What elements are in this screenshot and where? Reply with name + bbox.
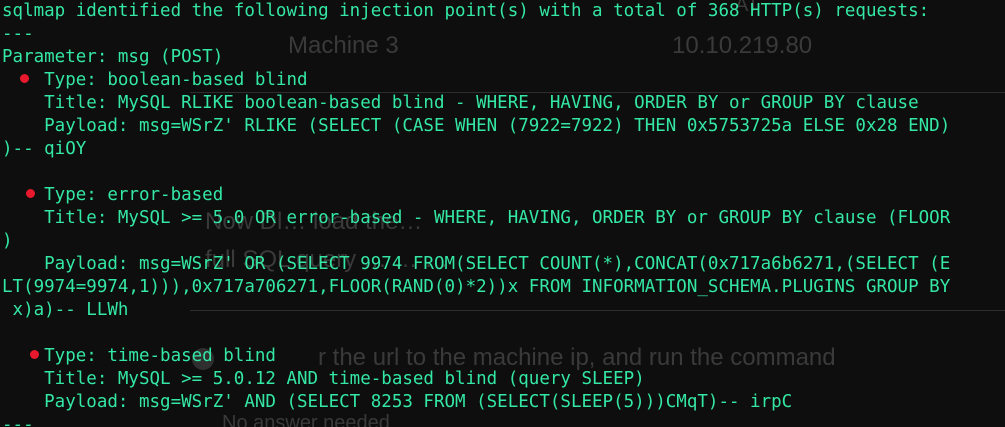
terminal-output: sqlmap identified the following injectio… bbox=[0, 0, 1005, 427]
terminal-line: LT(9974=9974,1))),0x717a706271,FLOOR(RAN… bbox=[2, 277, 951, 297]
terminal-line: sqlmap identified the following injectio… bbox=[2, 1, 930, 21]
screenshot: Machine 3 10.10.219.80 AT Now Dl… load t… bbox=[0, 0, 1005, 427]
terminal-line: )-- qiOY bbox=[2, 139, 87, 159]
terminal-line: Title: MySQL >= 5.0 OR error-based - WHE… bbox=[2, 208, 951, 228]
terminal-line: Title: MySQL RLIKE boolean-based blind -… bbox=[2, 93, 919, 113]
terminal-line: --- bbox=[2, 415, 34, 427]
terminal-line: Type: boolean-based blind bbox=[2, 70, 308, 90]
terminal-line: x)a)-- LLWh bbox=[2, 300, 129, 320]
terminal-line: Title: MySQL >= 5.0.12 AND time-based bl… bbox=[2, 369, 645, 389]
terminal-line: Type: time-based blind bbox=[2, 346, 276, 366]
terminal-line: Type: error-based bbox=[2, 185, 224, 205]
terminal-line: Payload: msg=WSrZ' RLIKE (SELECT (CASE W… bbox=[2, 116, 951, 136]
terminal-line: Payload: msg=WSrZ' AND (SELECT 8253 FROM… bbox=[2, 392, 793, 412]
terminal-line: --- bbox=[2, 24, 34, 44]
terminal-line: Parameter: msg (POST) bbox=[2, 47, 224, 67]
terminal-line: ) bbox=[2, 231, 13, 251]
terminal-line: Payload: msg=WSrZ' OR (SELECT 9974 FROM(… bbox=[2, 254, 951, 274]
